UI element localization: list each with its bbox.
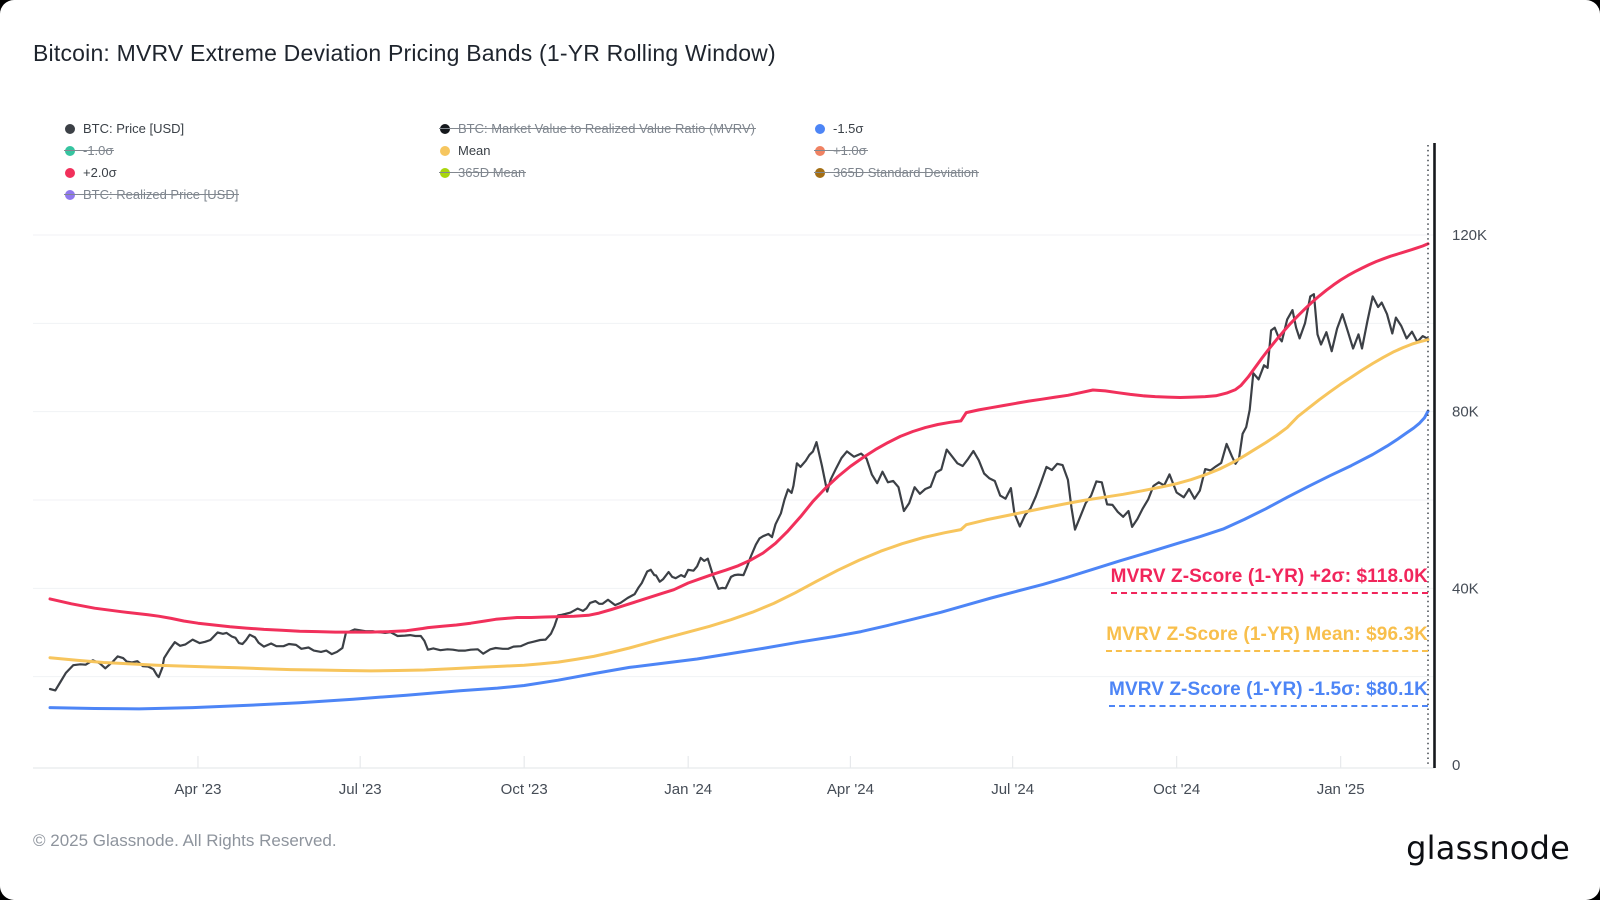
annotation-minus-1-5-sigma: MVRV Z-Score (1-YR) -1.5σ: $80.1K [1109, 679, 1428, 707]
annotation-plus-2-sigma: MVRV Z-Score (1-YR) +2σ: $118.0K [1111, 566, 1428, 594]
plus-2-0-sigma-swatch-icon [65, 168, 75, 178]
legend-item-mean[interactable]: Mean [440, 142, 491, 159]
svg-text:40K: 40K [1452, 580, 1479, 597]
mean-swatch-icon [440, 146, 450, 156]
legend-item-btc-realized-price[interactable]: BTC: Realized Price [USD] [65, 186, 238, 203]
legend-label: Mean [458, 143, 491, 158]
legend-item-plus-1-0-sigma[interactable]: +1.0σ [815, 142, 867, 159]
legend-item-btc-price[interactable]: BTC: Price [USD] [65, 120, 184, 137]
svg-text:80K: 80K [1452, 404, 1479, 421]
legend-label: +2.0σ [83, 165, 117, 180]
chart-legend: BTC: Price [USD] BTC: Market Value to Re… [65, 120, 1245, 203]
svg-text:Jan '24: Jan '24 [664, 781, 712, 798]
svg-text:Jan '25: Jan '25 [1317, 781, 1365, 798]
svg-text:Apr '23: Apr '23 [174, 781, 221, 798]
365d-std-dev-swatch-icon [815, 168, 825, 178]
svg-text:Oct '23: Oct '23 [501, 781, 548, 798]
legend-item-minus-1-5-sigma[interactable]: -1.5σ [815, 120, 863, 137]
365d-mean-swatch-icon [440, 168, 450, 178]
legend-item-365d-std-dev[interactable]: 365D Standard Deviation [815, 164, 978, 181]
legend-label: BTC: Price [USD] [83, 121, 184, 136]
legend-label: -1.5σ [833, 121, 863, 136]
svg-text:Oct '24: Oct '24 [1153, 781, 1200, 798]
legend-item-mvrv-ratio[interactable]: BTC: Market Value to Realized Value Rati… [440, 120, 755, 137]
plus-1-0-sigma-swatch-icon [815, 146, 825, 156]
annotation-mean: MVRV Z-Score (1-YR) Mean: $96.3K [1106, 624, 1428, 652]
legend-label: -1.0σ [83, 143, 113, 158]
legend-item-plus-2-0-sigma[interactable]: +2.0σ [65, 164, 117, 181]
copyright-text: © 2025 Glassnode. All Rights Reserved. [33, 831, 337, 851]
legend-item-minus-1-0-sigma[interactable]: -1.0σ [65, 142, 113, 159]
glassnode-logo[interactable]: glassnode [1406, 829, 1570, 867]
svg-text:0: 0 [1452, 757, 1460, 774]
legend-item-365d-mean[interactable]: 365D Mean [440, 164, 525, 181]
legend-label: 365D Mean [458, 165, 525, 180]
svg-text:Apr '24: Apr '24 [827, 781, 874, 798]
btc-realized-price-swatch-icon [65, 190, 75, 200]
minus-1-0-sigma-swatch-icon [65, 146, 75, 156]
legend-label: BTC: Market Value to Realized Value Rati… [458, 121, 755, 136]
legend-label: 365D Standard Deviation [833, 165, 978, 180]
legend-label: BTC: Realized Price [USD] [83, 187, 238, 202]
svg-text:120K: 120K [1452, 227, 1487, 244]
glassnode-chart-page: Bitcoin: MVRV Extreme Deviation Pricing … [0, 0, 1600, 900]
minus-1-5-sigma-swatch-icon [815, 124, 825, 134]
svg-text:Jul '24: Jul '24 [991, 781, 1034, 798]
svg-text:Jul '23: Jul '23 [339, 781, 382, 798]
legend-label: +1.0σ [833, 143, 867, 158]
btc-price-swatch-icon [65, 124, 75, 134]
mvrv-ratio-swatch-icon [440, 124, 450, 134]
